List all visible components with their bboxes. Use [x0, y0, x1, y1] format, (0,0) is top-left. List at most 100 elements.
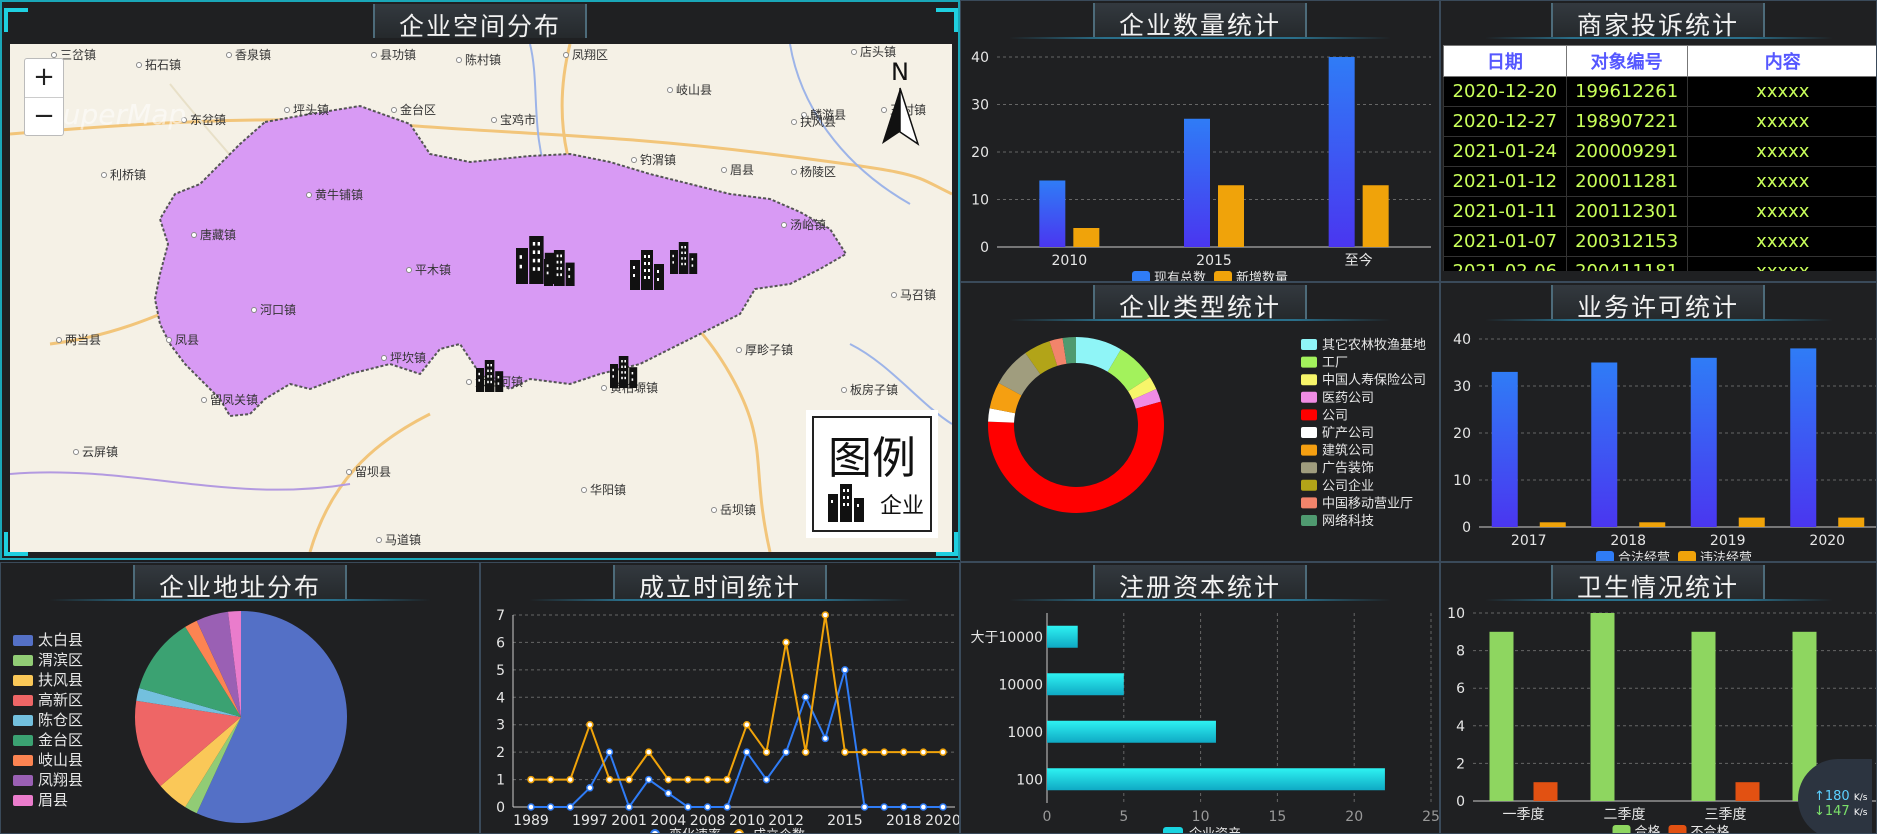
count-panel-title: 企业数量统计: [1092, 3, 1307, 40]
north-arrow-icon: N: [882, 58, 920, 146]
place-label: 钓渭镇: [640, 153, 676, 167]
data-point: [919, 748, 928, 756]
place-dot: [251, 307, 257, 313]
svg-text:N: N: [891, 58, 909, 86]
x-tick-label: 2012: [768, 813, 804, 829]
x-tick-label: 2018: [886, 813, 922, 829]
x-tick-label: 三季度: [1705, 807, 1747, 823]
place-dot: [73, 449, 79, 455]
place-dot: [346, 469, 352, 475]
x-tick-label: 2020: [1809, 533, 1845, 549]
place-dot: [781, 222, 787, 228]
place-dot: [376, 537, 382, 543]
place-dot: [406, 267, 412, 273]
y-tick-label: 2: [1456, 756, 1465, 772]
bar: [1047, 768, 1385, 791]
legend-title: 图例: [828, 433, 916, 484]
place-label: 两当县: [65, 333, 101, 347]
y-tick-label: 20: [1453, 426, 1471, 442]
legend-swatch: [1301, 356, 1317, 368]
x-tick-label: 2004: [651, 813, 687, 829]
table-cell: xxxxx: [1686, 106, 1876, 137]
legend-swatch: [1163, 827, 1183, 833]
legend-label: 太白县: [38, 631, 83, 649]
data-point: [566, 775, 574, 784]
table-row[interactable]: 2021-01-24 200009291 xxxxx: [1443, 136, 1876, 167]
legend-swatch: [1301, 515, 1317, 526]
x-tick-label: 2010: [729, 813, 765, 829]
legend-label: 中国移动营业厅: [1322, 496, 1413, 511]
bar: [1690, 357, 1717, 527]
legend-swatch: [1301, 374, 1317, 386]
table-cell: xxxxx: [1686, 76, 1876, 107]
data-point: [527, 775, 535, 784]
data-point: [625, 775, 633, 784]
column-header[interactable]: 对象编号: [1565, 45, 1688, 77]
place-label: 河口镇: [260, 303, 296, 317]
data-point: [586, 784, 594, 792]
complaint-table[interactable]: 日期 对象编号 内容 2020-12-20 199612261 xxxxx 2020-12…: [1443, 45, 1876, 271]
y-tick-label: 10000: [998, 677, 1043, 693]
legend-swatch: [13, 755, 33, 766]
legend-label: 合格: [1635, 824, 1661, 833]
legend-label: 公司: [1322, 408, 1348, 423]
column-header[interactable]: 内容: [1686, 45, 1876, 77]
legend-swatch: [1301, 391, 1317, 403]
legend-label: 网络科技: [1322, 513, 1374, 529]
legend-swatch: [734, 829, 744, 833]
place-label: 马道镇: [385, 533, 421, 547]
data-point: [860, 803, 869, 811]
bar: [1073, 228, 1100, 247]
place-dot: [791, 119, 797, 125]
table-row[interactable]: 2021-01-11 200112301 xxxxx: [1443, 196, 1876, 227]
place-dot: [851, 49, 857, 55]
place-dot: [881, 107, 887, 113]
upload-speed: ↑180 K/s: [1814, 789, 1868, 804]
legend-label: 凤翔县: [38, 771, 83, 789]
x-tick-label: 2019: [1710, 533, 1746, 549]
table-row[interactable]: 2021-02-06200411181xxxxx: [1443, 256, 1876, 271]
table-row[interactable]: 2020-12-20 199612261 xxxxx: [1443, 76, 1876, 107]
svg-text:SuperMap: SuperMap: [45, 98, 186, 131]
data-point: [880, 748, 888, 756]
place-label: 坪坎镇: [390, 351, 426, 365]
table-row[interactable]: 2021-01-12 200011281 xxxxx: [1443, 166, 1876, 197]
map-canvas[interactable]: 三岔镇 香泉镇 县功镇 陈村镇 凤翔区 店头镇 拓石镇 坪头镇 岐山县 麟游县 东岔镇 金台区 宝鸡市扶…: [10, 44, 952, 552]
place-dot: [466, 379, 472, 385]
capital-panel: 注册资本统计 0 5 10 15 20 25 100 1000 10000 大于10000 企业资产: [960, 562, 1440, 834]
legend-label: 医药公司: [1322, 391, 1374, 406]
data-point: [605, 775, 614, 784]
zoom-out-button[interactable]: −: [25, 97, 63, 135]
zoom-in-button[interactable]: +: [25, 59, 63, 97]
table-row[interactable]: 2020-12-27 198907221 xxxxx: [1443, 106, 1876, 137]
y-tick-label: 0: [1456, 794, 1465, 810]
place-dot: [736, 347, 742, 353]
table-cell: 2021-01-11: [1443, 196, 1567, 227]
legend-swatch: [1668, 825, 1687, 833]
founded-chart: 0 1 2 3 4 5 6 7 1989 1997 2001 2004 2008 2010 2012 2015…: [496, 608, 959, 833]
bar: [1790, 348, 1817, 527]
place-label: 东岔镇: [190, 113, 226, 127]
table-row[interactable]: 2021-01-07 200312153 xxxxx: [1443, 226, 1876, 257]
complaint-panel: 商家投诉统计 日期 对象编号 内容 2020-12-20 199612261 xxxxx…: [1440, 0, 1877, 282]
bar: [1838, 517, 1865, 527]
legend-item-label: 企业: [879, 494, 924, 519]
y-tick-label: 10: [1453, 473, 1471, 489]
place-label: 扶风县: [800, 114, 836, 129]
river: [10, 471, 351, 491]
founded-panel: 成立时间统计 0 1 2 3 4 5 6 7 1989 1997 2001 2004 2008 2010 2…: [480, 562, 960, 834]
place-dot: [791, 169, 797, 175]
y-tick-label: 100: [1016, 772, 1043, 788]
legend-swatch: [13, 655, 33, 666]
network-speed-widget[interactable]: ↑180 K/s ↓147 K/s: [1798, 759, 1872, 833]
legend-label: 陈仓区: [38, 711, 83, 729]
column-header[interactable]: 日期: [1443, 45, 1567, 77]
capital-chart: 0 5 10 15 20 25 100 1000 10000 大于10000 企业资产: [970, 613, 1439, 833]
legend-swatch: [650, 829, 660, 833]
bar: [1362, 185, 1389, 247]
table-cell: xxxxx: [1686, 136, 1876, 167]
legend-label: 违法经营: [1700, 551, 1752, 561]
place-label: 凤县: [175, 333, 199, 347]
data-point: [919, 803, 928, 811]
data-point: [664, 775, 673, 784]
